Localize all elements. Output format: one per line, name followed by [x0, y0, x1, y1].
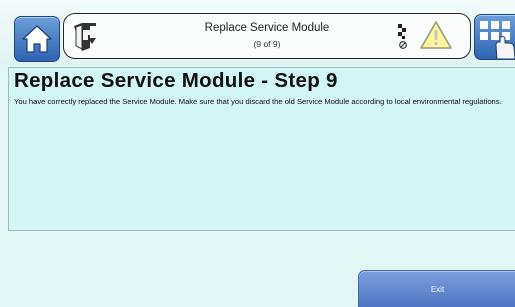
content-panel: Replace Service Module - Step 9 You have… — [8, 67, 515, 231]
top-bar: Replace Service Module (9 of 9) — [0, 0, 515, 66]
home-icon — [22, 25, 52, 53]
transfer-status-icon — [398, 24, 407, 49]
app-grid-button[interactable] — [474, 14, 515, 60]
instruction-text: You have correctly replaced the Service … — [14, 97, 502, 106]
warning-triangle-icon — [420, 21, 452, 49]
app-grid-touch-icon — [480, 21, 515, 59]
home-button[interactable] — [14, 16, 60, 62]
step-heading: Replace Service Module - Step 9 — [14, 69, 338, 92]
exit-button[interactable]: Exit — [358, 270, 515, 307]
title-panel: Replace Service Module (9 of 9) — [63, 13, 471, 59]
